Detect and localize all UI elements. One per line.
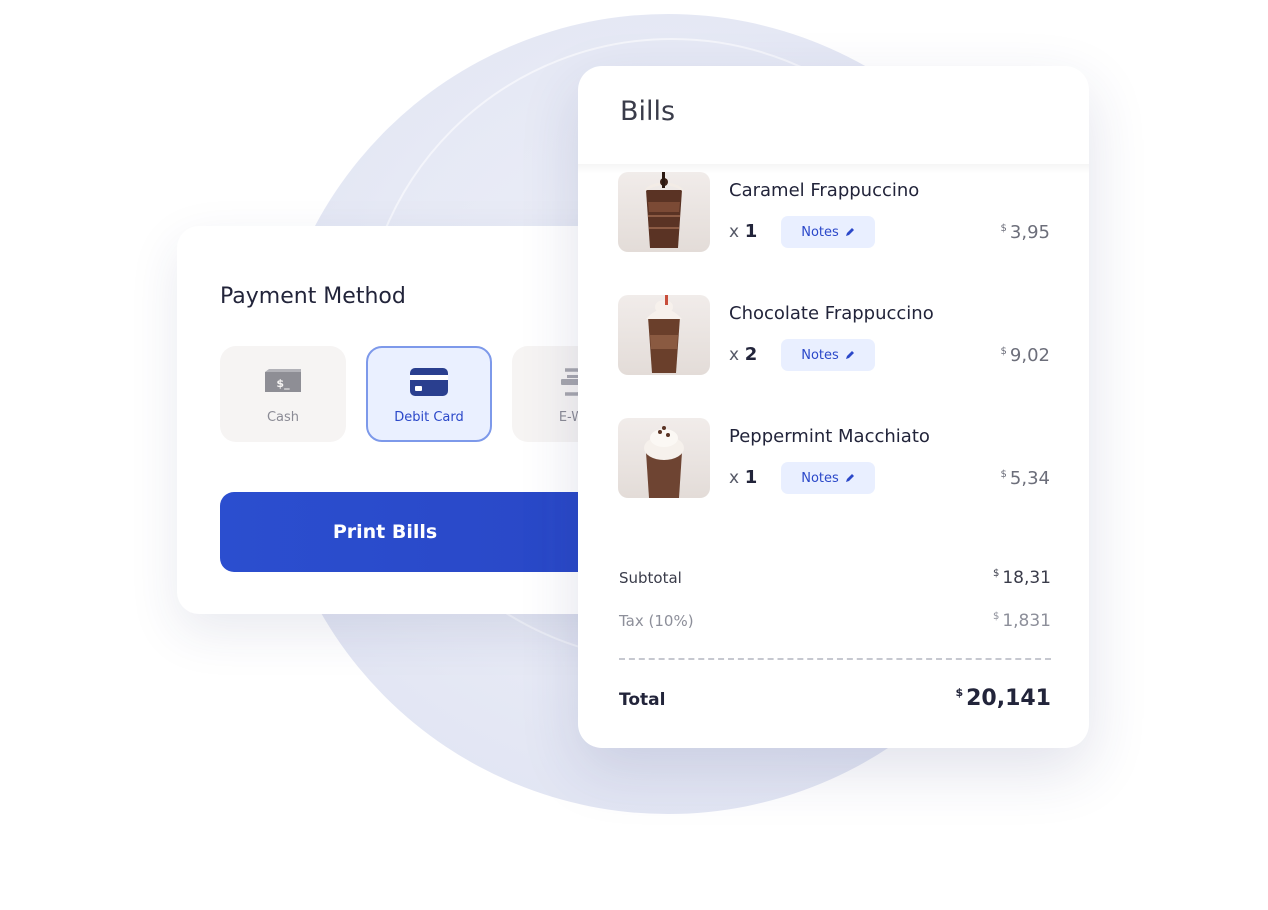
notes-button[interactable]: Notes bbox=[781, 462, 875, 494]
notes-label: Notes bbox=[801, 224, 839, 240]
payment-option-label: Cash bbox=[266, 410, 300, 425]
cash-icon: $_ bbox=[265, 369, 301, 392]
subtotal-label: Subtotal bbox=[619, 569, 682, 587]
subtotal-value: $18,31 bbox=[992, 568, 1051, 588]
item-price: $5,34 bbox=[1000, 468, 1050, 489]
item-price: $9,02 bbox=[1000, 345, 1050, 366]
pencil-icon bbox=[845, 351, 854, 359]
payment-option-cash[interactable]: $_ Cash bbox=[220, 346, 346, 442]
item-quantity: x 2 bbox=[729, 344, 758, 365]
total-label: Total bbox=[619, 690, 666, 710]
payment-method-title: Payment Method bbox=[220, 284, 406, 309]
bill-item: Caramel Frappuccino x 1 Notes $3,95 bbox=[618, 172, 1050, 254]
bill-item: Chocolate Frappuccino x 2 Notes $9,02 bbox=[618, 295, 1050, 377]
tax-value: $1,831 bbox=[992, 611, 1051, 631]
item-price: $3,95 bbox=[1000, 222, 1050, 243]
total-value: $20,141 bbox=[955, 686, 1051, 711]
bills-title: Bills bbox=[620, 96, 676, 127]
item-name: Caramel Frappuccino bbox=[729, 180, 920, 201]
print-bills-button[interactable]: Print Bills bbox=[220, 492, 640, 572]
tax-label: Tax (10%) bbox=[619, 612, 694, 630]
notes-label: Notes bbox=[801, 347, 839, 363]
chocolate-frappuccino-image bbox=[618, 295, 710, 375]
payment-method-card: Payment Method $_ Cash Debit Card E-Wa P… bbox=[177, 226, 647, 614]
caramel-frappuccino-image bbox=[618, 172, 710, 252]
payment-option-label: Debit Card bbox=[394, 410, 464, 425]
item-quantity: x 1 bbox=[729, 467, 758, 488]
subtotal-row: Subtotal $18,31 bbox=[619, 568, 1051, 588]
credit-card-icon bbox=[410, 368, 448, 396]
notes-button[interactable]: Notes bbox=[781, 216, 875, 248]
pencil-icon bbox=[845, 228, 854, 236]
pencil-icon bbox=[845, 474, 854, 482]
payment-option-debit-card[interactable]: Debit Card bbox=[366, 346, 492, 442]
notes-button[interactable]: Notes bbox=[781, 339, 875, 371]
summary-divider bbox=[619, 658, 1051, 660]
peppermint-macchiato-image bbox=[618, 418, 710, 498]
bills-card: Bills Caramel Frappuccino x 1 Notes $ 3,… bbox=[578, 66, 1089, 748]
bill-item: Peppermint Macchiato x 1 Notes $5,34 bbox=[618, 418, 1050, 500]
total-row: Total $20,141 bbox=[619, 686, 1051, 711]
tax-row: Tax (10%) $1,831 bbox=[619, 611, 1051, 631]
svg-text:$_: $_ bbox=[276, 377, 290, 390]
item-name: Peppermint Macchiato bbox=[729, 426, 930, 447]
notes-label: Notes bbox=[801, 470, 839, 486]
item-quantity: x 1 bbox=[729, 221, 758, 242]
item-name: Chocolate Frappuccino bbox=[729, 303, 934, 324]
